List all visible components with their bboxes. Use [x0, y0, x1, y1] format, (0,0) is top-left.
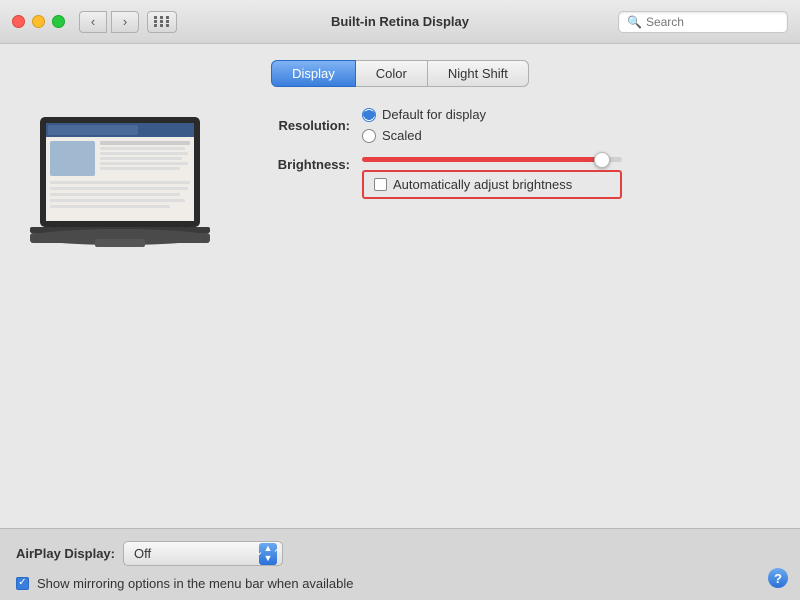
- back-button[interactable]: ‹: [79, 11, 107, 33]
- grid-icon: [154, 16, 171, 27]
- airplay-select-wrapper: Off ▲ ▼: [123, 541, 283, 566]
- radio-scaled-label: Scaled: [382, 128, 422, 143]
- brightness-slider[interactable]: [362, 157, 622, 162]
- search-icon: 🔍: [627, 15, 642, 29]
- main-content: Display Color Night Shift: [0, 44, 800, 528]
- traffic-lights: [12, 15, 65, 28]
- minimize-button[interactable]: [32, 15, 45, 28]
- radio-default[interactable]: Default for display: [362, 107, 486, 122]
- airplay-row: AirPlay Display: Off ▲ ▼: [16, 541, 784, 566]
- resolution-row: Resolution: Default for display Scaled: [250, 107, 780, 143]
- auto-brightness-label: Automatically adjust brightness: [393, 177, 572, 192]
- radio-scaled[interactable]: Scaled: [362, 128, 486, 143]
- grid-button[interactable]: [147, 11, 177, 33]
- radio-default-circle[interactable]: [362, 108, 376, 122]
- help-button[interactable]: ?: [768, 568, 788, 588]
- tab-group: Display Color Night Shift: [271, 60, 529, 87]
- close-button[interactable]: [12, 15, 25, 28]
- right-panel: Resolution: Default for display Scaled: [250, 107, 780, 213]
- tab-night-shift[interactable]: Night Shift: [428, 60, 529, 87]
- search-box[interactable]: 🔍: [618, 11, 788, 33]
- tab-display[interactable]: Display: [271, 60, 356, 87]
- maximize-button[interactable]: [52, 15, 65, 28]
- brightness-row: Brightness: Automatically adjust brightn…: [250, 157, 780, 199]
- slider-wrapper: [362, 157, 622, 162]
- airplay-label: AirPlay Display:: [16, 546, 115, 561]
- laptop-preview: [20, 107, 220, 272]
- tab-color[interactable]: Color: [356, 60, 428, 87]
- tab-bar: Display Color Night Shift: [20, 60, 780, 87]
- brightness-controls: Automatically adjust brightness: [362, 157, 622, 199]
- radio-default-label: Default for display: [382, 107, 486, 122]
- window-title: Built-in Retina Display: [331, 14, 469, 29]
- resolution-options: Default for display Scaled: [362, 107, 486, 143]
- mirroring-checkbox[interactable]: ✓: [16, 577, 29, 590]
- auto-brightness-checkbox[interactable]: [374, 178, 387, 191]
- search-input[interactable]: [646, 15, 779, 29]
- checkmark-icon: ✓: [18, 578, 26, 588]
- laptop-svg: [20, 107, 220, 267]
- bottom-bar: AirPlay Display: Off ▲ ▼ ✓ Show mirrorin…: [0, 528, 800, 600]
- titlebar: ‹ › Built-in Retina Display 🔍: [0, 0, 800, 44]
- auto-brightness-box: Automatically adjust brightness: [362, 170, 622, 199]
- brightness-label: Brightness:: [250, 157, 350, 172]
- forward-button[interactable]: ›: [111, 11, 139, 33]
- nav-buttons: ‹ ›: [79, 11, 139, 33]
- mirroring-label: Show mirroring options in the menu bar w…: [37, 576, 354, 591]
- mirroring-row: ✓ Show mirroring options in the menu bar…: [16, 576, 784, 591]
- radio-scaled-circle[interactable]: [362, 129, 376, 143]
- resolution-label: Resolution:: [250, 118, 350, 133]
- airplay-select[interactable]: Off: [123, 541, 283, 566]
- settings-area: Resolution: Default for display Scaled: [20, 107, 780, 272]
